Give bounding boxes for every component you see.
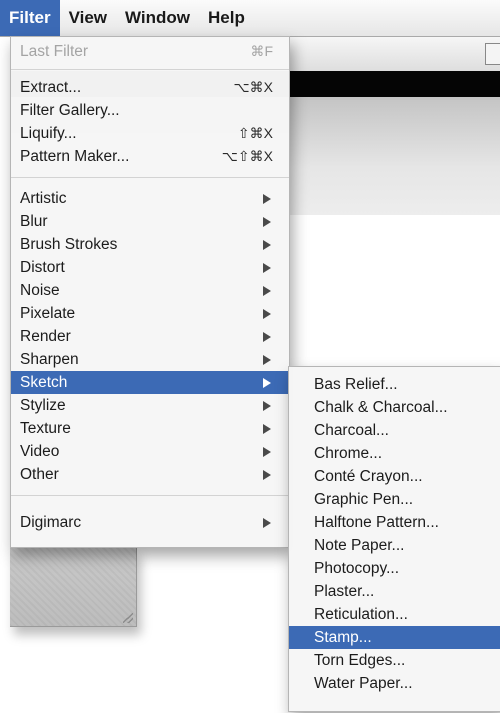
menu-item-label: Noise: [20, 282, 60, 299]
submenu-item-charcoal[interactable]: Charcoal...: [289, 419, 500, 442]
menu-item-label: Torn Edges...: [314, 652, 406, 669]
menu-item-label: Halftone Pattern...: [314, 514, 439, 531]
menu-item-label: Photocopy...: [314, 560, 400, 577]
menu-item-last-filter[interactable]: Last Filter ⌘F: [11, 40, 289, 63]
submenu-item-halftone-pattern[interactable]: Halftone Pattern...: [289, 511, 500, 534]
submenu-arrow-icon: [263, 470, 271, 480]
submenu-arrow-icon: [263, 286, 271, 296]
menu-item-digimarc[interactable]: Digimarc: [11, 511, 289, 534]
image-canvas[interactable]: [10, 548, 137, 627]
submenu-arrow-icon: [263, 378, 271, 388]
menu-item-label: Filter Gallery...: [20, 102, 120, 119]
menu-item-label: Brush Strokes: [20, 236, 118, 253]
menu-item-label: Artistic: [20, 190, 67, 207]
submenu-arrow-icon: [263, 194, 271, 204]
menu-separator: [11, 495, 289, 496]
menu-item-label: Extract...: [20, 79, 82, 96]
menu-item-label: Other: [20, 466, 59, 483]
menu-item-label: Digimarc: [20, 514, 82, 531]
menu-item-texture[interactable]: Texture: [11, 417, 289, 440]
options-bar-control[interactable]: [485, 43, 500, 65]
menu-item-sharpen[interactable]: Sharpen: [11, 348, 289, 371]
submenu-arrow-icon: [263, 518, 271, 528]
menu-item-label: Sharpen: [20, 351, 79, 368]
menu-separator: [11, 177, 289, 178]
submenu-arrow-icon: [263, 240, 271, 250]
menu-item-distort[interactable]: Distort: [11, 256, 289, 279]
menubar-view[interactable]: View: [60, 0, 116, 36]
menu-item-label: Note Paper...: [314, 537, 405, 554]
shortcut-label: ⇧⌘X: [237, 125, 273, 141]
menu-item-label: Chalk & Charcoal...: [314, 399, 448, 416]
submenu-item-bas-relief[interactable]: Bas Relief...: [289, 373, 500, 396]
submenu-item-conte-crayon[interactable]: Conté Crayon...: [289, 465, 500, 488]
submenu-item-plaster[interactable]: Plaster...: [289, 580, 500, 603]
menu-item-label: Video: [20, 443, 60, 460]
menu-item-artistic[interactable]: Artistic: [11, 187, 289, 210]
menu-item-stylize[interactable]: Stylize: [11, 394, 289, 417]
menu-item-label: Bas Relief...: [314, 376, 398, 393]
menubar-filter[interactable]: Filter: [0, 0, 60, 36]
submenu-item-chalk-charcoal[interactable]: Chalk & Charcoal...: [289, 396, 500, 419]
submenu-arrow-icon: [263, 401, 271, 411]
menu-item-label: Plaster...: [314, 583, 375, 600]
submenu-arrow-icon: [263, 309, 271, 319]
submenu-item-note-paper[interactable]: Note Paper...: [289, 534, 500, 557]
menu-separator: [11, 69, 289, 70]
submenu-item-reticulation[interactable]: Reticulation...: [289, 603, 500, 626]
menu-bar: Filter View Window Help: [0, 0, 500, 37]
submenu-arrow-icon: [263, 424, 271, 434]
menu-item-label: Water Paper...: [314, 675, 413, 692]
menu-item-other[interactable]: Other: [11, 463, 289, 486]
menu-item-pixelate[interactable]: Pixelate: [11, 302, 289, 325]
menu-item-label: Pattern Maker...: [20, 148, 130, 165]
menu-item-label: Charcoal...: [314, 422, 389, 439]
menu-item-noise[interactable]: Noise: [11, 279, 289, 302]
menu-item-label: Render: [20, 328, 71, 345]
submenu-item-photocopy[interactable]: Photocopy...: [289, 557, 500, 580]
menubar-help[interactable]: Help: [199, 0, 254, 36]
menu-item-label: Graphic Pen...: [314, 491, 414, 508]
menu-item-brush-strokes[interactable]: Brush Strokes: [11, 233, 289, 256]
submenu-item-graphic-pen[interactable]: Graphic Pen...: [289, 488, 500, 511]
menu-item-label: Liquify...: [20, 125, 77, 142]
menu-item-sketch[interactable]: Sketch: [11, 371, 289, 394]
menu-item-label: Stamp...: [314, 629, 372, 646]
submenu-arrow-icon: [263, 263, 271, 273]
menu-item-pattern-maker[interactable]: Pattern Maker... ⌥⇧⌘X: [11, 145, 289, 168]
menu-item-label: Texture: [20, 420, 71, 437]
menubar-window[interactable]: Window: [116, 0, 199, 36]
menu-item-render[interactable]: Render: [11, 325, 289, 348]
menu-item-label: Distort: [20, 259, 65, 276]
menu-item-label: Stylize: [20, 397, 66, 414]
submenu-item-chrome[interactable]: Chrome...: [289, 442, 500, 465]
shortcut-label: ⌘F: [250, 43, 273, 59]
menu-item-label: Chrome...: [314, 445, 383, 462]
submenu-item-water-paper[interactable]: Water Paper...: [289, 672, 500, 695]
menu-item-label: Conté Crayon...: [314, 468, 423, 485]
screen: Filter View Window Help Last Filter ⌘F E…: [0, 0, 500, 713]
menu-item-blur[interactable]: Blur: [11, 210, 289, 233]
submenu-item-stamp[interactable]: Stamp...: [289, 626, 500, 649]
submenu-arrow-icon: [263, 355, 271, 365]
shortcut-label: ⌥⇧⌘X: [221, 148, 273, 164]
menu-item-liquify[interactable]: Liquify... ⇧⌘X: [11, 122, 289, 145]
menu-item-extract[interactable]: Extract... ⌥⌘X: [11, 76, 289, 99]
sketch-submenu: Bas Relief... Chalk & Charcoal... Charco…: [288, 366, 500, 712]
submenu-arrow-icon: [263, 447, 271, 457]
filter-menu: Last Filter ⌘F Extract... ⌥⌘X Filter Gal…: [10, 36, 290, 548]
menu-item-label: Last Filter: [20, 43, 89, 60]
menu-item-label: Blur: [20, 213, 48, 230]
menu-item-filter-gallery[interactable]: Filter Gallery...: [11, 99, 289, 122]
submenu-arrow-icon: [263, 332, 271, 342]
shortcut-label: ⌥⌘X: [233, 79, 273, 95]
submenu-arrow-icon: [263, 217, 271, 227]
menu-item-label: Pixelate: [20, 305, 76, 322]
menu-item-label: Reticulation...: [314, 606, 408, 623]
menu-item-label: Sketch: [20, 374, 68, 391]
submenu-item-torn-edges[interactable]: Torn Edges...: [289, 649, 500, 672]
menu-item-video[interactable]: Video: [11, 440, 289, 463]
resize-grip-icon[interactable]: [123, 613, 133, 623]
